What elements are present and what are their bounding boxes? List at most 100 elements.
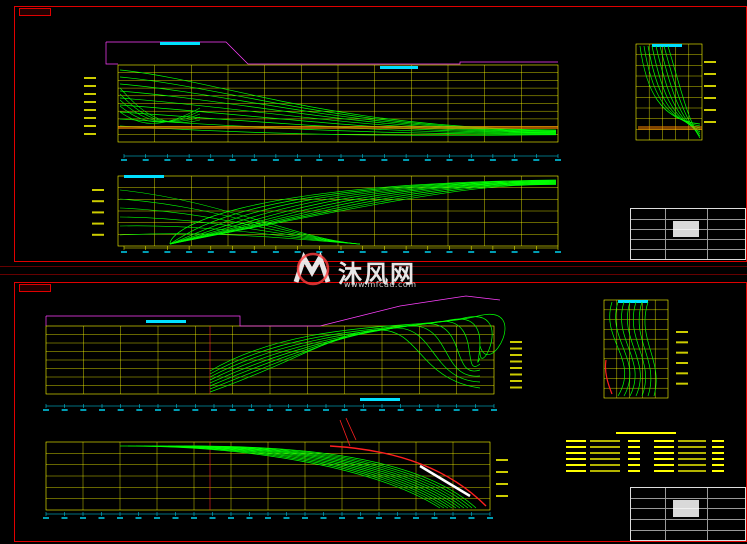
legend-key bbox=[566, 446, 586, 448]
legend-text-2 bbox=[678, 446, 706, 448]
scale-label-mark bbox=[155, 409, 161, 411]
row-label-mark bbox=[510, 347, 522, 350]
legend-key-2 bbox=[654, 458, 674, 460]
legend-key bbox=[566, 464, 586, 466]
scale-label-mark bbox=[359, 159, 366, 161]
scale-label-mark bbox=[394, 517, 401, 519]
row-label-mark bbox=[676, 351, 688, 354]
scale-label-mark bbox=[229, 409, 236, 411]
legend-value-2 bbox=[712, 452, 724, 454]
legend-key-2 bbox=[654, 440, 674, 442]
scale-label-mark bbox=[209, 517, 216, 519]
scale-label-mark bbox=[154, 517, 160, 519]
row-label-mark bbox=[92, 222, 104, 225]
scale-label-mark bbox=[533, 251, 540, 253]
scale-label-mark bbox=[555, 251, 561, 253]
legend-text-2 bbox=[678, 458, 706, 460]
row-label-mark bbox=[676, 382, 688, 385]
row-label-mark bbox=[510, 360, 522, 363]
scale-label-mark bbox=[533, 159, 540, 161]
row-label-mark bbox=[496, 459, 508, 461]
top-left-lower-chart bbox=[92, 175, 561, 253]
scale-label-mark bbox=[251, 251, 258, 253]
baseline-band bbox=[638, 126, 702, 130]
outline-top bbox=[106, 41, 558, 65]
row-label-mark bbox=[84, 93, 96, 95]
row-label-mark bbox=[676, 331, 688, 333]
scale-label-mark bbox=[164, 159, 171, 161]
title-block-top bbox=[630, 208, 746, 260]
legend-text bbox=[590, 446, 620, 448]
legend-key-2 bbox=[654, 446, 674, 448]
row-label-mark bbox=[496, 471, 508, 473]
scale-label-mark bbox=[191, 517, 197, 519]
scale-label-mark bbox=[468, 251, 475, 253]
scale-label-mark bbox=[251, 159, 258, 161]
label-bar-2 bbox=[360, 398, 400, 401]
outline-left bbox=[105, 42, 118, 65]
bottom-upper-chart bbox=[43, 295, 522, 411]
row-label-mark bbox=[92, 200, 104, 203]
scale-label-mark bbox=[316, 159, 323, 161]
top-right-chart bbox=[635, 43, 716, 141]
scale-label-mark bbox=[304, 409, 311, 411]
legend-value bbox=[628, 458, 640, 460]
red-curve bbox=[604, 359, 613, 395]
legend-value-2 bbox=[712, 446, 724, 448]
scale-label-mark bbox=[339, 517, 345, 519]
row-label-mark bbox=[510, 386, 522, 389]
scale-label-mark bbox=[555, 159, 561, 161]
row-label-mark bbox=[704, 61, 716, 63]
scale-label-mark bbox=[186, 159, 193, 161]
scale-label-mark bbox=[164, 251, 171, 253]
scale-label-mark bbox=[80, 409, 87, 411]
legend-text bbox=[590, 464, 620, 466]
row-label-mark bbox=[84, 125, 96, 127]
scale-label-mark bbox=[489, 159, 496, 161]
scale-label-mark bbox=[424, 159, 431, 161]
legend-value bbox=[628, 452, 640, 454]
legend-text-2 bbox=[678, 470, 706, 472]
legend-value-2 bbox=[712, 464, 724, 466]
scale-label-mark bbox=[142, 159, 149, 161]
scale-label-mark bbox=[211, 409, 217, 411]
row-label-mark bbox=[84, 101, 96, 103]
scale-label-mark bbox=[246, 517, 253, 519]
scale-label-mark bbox=[43, 517, 49, 519]
row-label-mark bbox=[510, 354, 522, 356]
curve-line bbox=[663, 45, 701, 137]
scale-label-mark bbox=[121, 159, 127, 161]
legend-value-2 bbox=[712, 440, 724, 442]
curve-line bbox=[643, 45, 701, 127]
label-bar bbox=[618, 300, 648, 303]
row-label-mark bbox=[84, 109, 96, 111]
scale-label-mark bbox=[121, 251, 127, 253]
scale-label-mark bbox=[341, 409, 348, 411]
legend-value bbox=[628, 446, 640, 448]
curve-line bbox=[659, 45, 701, 135]
title-block-bottom bbox=[630, 487, 746, 541]
legend-value-2 bbox=[712, 458, 724, 460]
row-label-mark bbox=[510, 367, 522, 369]
row-label-mark bbox=[676, 341, 688, 344]
scale-label-mark bbox=[431, 517, 438, 519]
scale-label-mark bbox=[117, 409, 124, 411]
legend-value bbox=[628, 470, 640, 472]
row-label-mark bbox=[92, 189, 104, 191]
scale-label-mark bbox=[80, 517, 86, 519]
legend-key bbox=[566, 458, 586, 460]
watermark: 沐风网 www.mfcad.com bbox=[292, 252, 462, 292]
scale-label-mark bbox=[489, 251, 496, 253]
scale-label-mark bbox=[207, 251, 214, 253]
legend-text bbox=[590, 440, 620, 442]
row-label-mark bbox=[510, 341, 522, 343]
legend-text bbox=[590, 458, 620, 460]
row-label-mark bbox=[84, 133, 96, 135]
legend-key bbox=[566, 470, 586, 472]
scale-label-mark bbox=[413, 517, 419, 519]
scale-label-mark bbox=[468, 517, 475, 519]
scale-label-mark bbox=[267, 409, 273, 411]
curve-line bbox=[209, 313, 506, 372]
scale-label-mark bbox=[248, 409, 255, 411]
scale-label-mark bbox=[283, 517, 290, 519]
